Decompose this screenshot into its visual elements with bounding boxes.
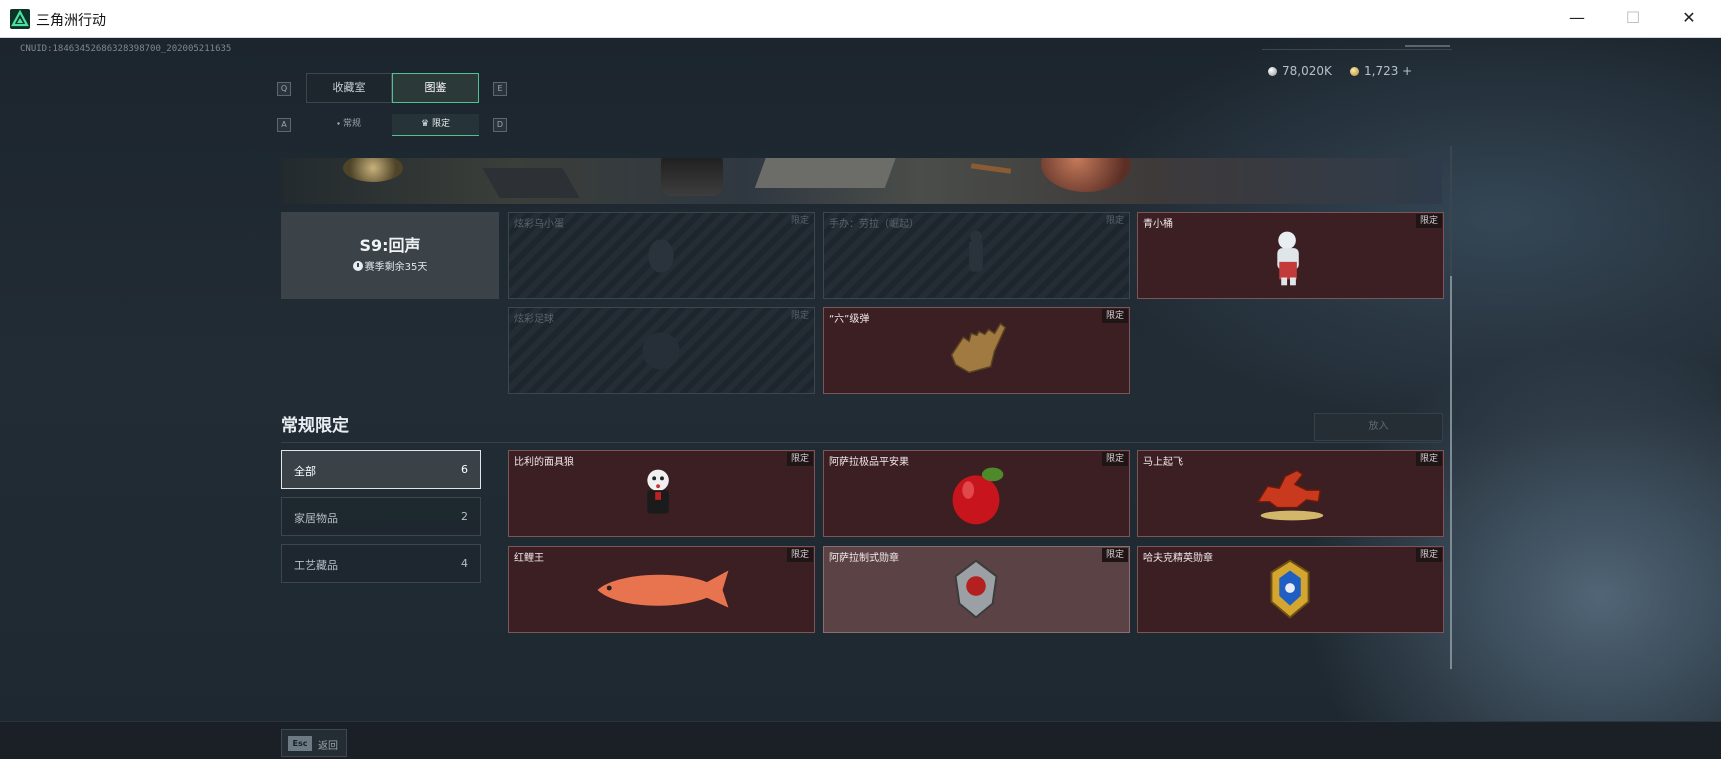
drop-icon: ⬩ bbox=[336, 119, 341, 129]
minimize-button[interactable]: — bbox=[1549, 0, 1605, 38]
top-divider-accent bbox=[1405, 45, 1450, 47]
top-divider bbox=[1262, 49, 1452, 50]
limited-tag: 限定 bbox=[786, 548, 813, 562]
subtab-regular[interactable]: ⬩ 常规 bbox=[306, 114, 392, 136]
limited-tag: 限定 bbox=[1101, 452, 1128, 466]
card-name: 阿萨拉极品平安果 bbox=[829, 457, 909, 468]
filter-count: 6 bbox=[461, 463, 468, 476]
card-name: 青小桶 bbox=[1143, 219, 1173, 230]
close-button[interactable]: ✕ bbox=[1661, 0, 1717, 38]
tab-collection-room[interactable]: 收藏室 bbox=[306, 73, 392, 103]
season-title: S9:回声 bbox=[359, 236, 421, 255]
silver-currency: 78,020K bbox=[1268, 64, 1332, 78]
limited-tag: 限定 bbox=[790, 216, 809, 226]
season-remaining-text: 赛季剩余35天 bbox=[364, 262, 428, 273]
gold-coin-icon bbox=[1350, 66, 1359, 76]
back-label: 返回 bbox=[318, 741, 338, 752]
game-viewport: CNUID:18463452686328398700_202005211635 … bbox=[0, 38, 1721, 759]
crown-icon: ♛ bbox=[421, 119, 430, 129]
filter-label: 工艺藏品 bbox=[294, 559, 338, 572]
scrollbar-thumb[interactable] bbox=[1450, 276, 1452, 669]
limited-tag: 限定 bbox=[790, 311, 809, 321]
collectible-card[interactable]: 马上起飞 限定 bbox=[1137, 450, 1444, 537]
filter-count: 2 bbox=[461, 510, 468, 523]
card-name: 红鲤王 bbox=[514, 553, 544, 564]
collectible-card[interactable]: “六”级弹 限定 bbox=[823, 307, 1130, 394]
collectible-card[interactable]: 阿萨拉制式勋章 限定 bbox=[823, 546, 1130, 633]
figurine-icon bbox=[1277, 231, 1299, 286]
football-silhouette-icon bbox=[642, 332, 680, 370]
gold-currency[interactable]: 1,723 + bbox=[1350, 64, 1412, 78]
season-remaining: 赛季剩余35天 bbox=[281, 258, 499, 273]
collectible-card[interactable]: 青小桶 限定 bbox=[1137, 212, 1444, 299]
collectible-card[interactable]: 炫彩乌小蛋 限定 bbox=[508, 212, 815, 299]
filter-all[interactable]: 全部 6 bbox=[281, 450, 481, 489]
koi-fish-icon bbox=[597, 570, 729, 608]
limited-tag: 限定 bbox=[1101, 309, 1128, 323]
subtab-limited-label: 限定 bbox=[431, 119, 450, 129]
limited-tag: 限定 bbox=[1101, 548, 1128, 562]
collectible-card[interactable]: 炫彩足球 限定 bbox=[508, 307, 815, 394]
subtab-next-key-hint[interactable]: D bbox=[493, 118, 507, 132]
subtab-regular-label: 常规 bbox=[343, 119, 362, 129]
section-title: 常规限定 bbox=[281, 416, 349, 436]
season-info-panel: S9:回声 赛季剩余35天 bbox=[281, 212, 499, 299]
section-divider bbox=[281, 442, 1442, 443]
collectible-card[interactable]: 手办：劳拉（崛起） 限定 bbox=[823, 212, 1130, 299]
limited-tag: 限定 bbox=[786, 452, 813, 466]
filter-count: 4 bbox=[461, 557, 468, 570]
collectible-card[interactable]: 红鲤王 限定 bbox=[508, 546, 815, 633]
maximize-button[interactable]: ☐ bbox=[1605, 0, 1661, 38]
back-button[interactable]: Esc 返回 bbox=[281, 729, 347, 757]
limited-tag: 限定 bbox=[1415, 548, 1442, 562]
silver-coin-icon bbox=[1268, 66, 1277, 76]
card-name: 炫彩乌小蛋 bbox=[514, 219, 564, 230]
window-titlebar: 三角洲行动 — ☐ ✕ bbox=[0, 0, 1721, 38]
tab-next-key-hint[interactable]: E bbox=[493, 82, 507, 96]
filter-label: 全部 bbox=[294, 465, 316, 478]
filter-craft-items[interactable]: 工艺藏品 4 bbox=[281, 544, 481, 583]
subtab-prev-key-hint[interactable]: A bbox=[277, 118, 291, 132]
tab-catalog[interactable]: 图鉴 bbox=[392, 73, 479, 103]
card-name: 比利的面具狼 bbox=[514, 457, 574, 468]
gold-currency-value: 1,723 + bbox=[1364, 64, 1413, 78]
card-name: 阿萨拉制式勋章 bbox=[829, 553, 899, 564]
season-banner-image bbox=[281, 158, 1442, 204]
collectible-card[interactable]: 哈夫克精英勋章 限定 bbox=[1137, 546, 1444, 633]
collectible-card[interactable]: 比利的面具狼 限定 bbox=[508, 450, 815, 537]
silver-currency-value: 78,020K bbox=[1282, 64, 1332, 78]
clock-icon bbox=[352, 261, 363, 271]
card-name: “六”级弹 bbox=[829, 314, 870, 325]
card-name: 马上起飞 bbox=[1143, 457, 1183, 468]
tab-prev-key-hint[interactable]: Q bbox=[277, 82, 291, 96]
limited-tag: 限定 bbox=[1105, 216, 1124, 226]
filter-home-items[interactable]: 家居物品 2 bbox=[281, 497, 481, 536]
collectible-card[interactable]: 阿萨拉极品平安果 限定 bbox=[823, 450, 1130, 537]
esc-key-hint: Esc bbox=[288, 736, 312, 751]
card-name: 炫彩足球 bbox=[514, 314, 554, 325]
filter-label: 家居物品 bbox=[294, 512, 338, 525]
window-title: 三角洲行动 bbox=[36, 13, 106, 29]
limited-tag: 限定 bbox=[1415, 214, 1442, 228]
horse-statue-icon bbox=[1256, 469, 1324, 521]
card-name: 手办：劳拉（崛起） bbox=[829, 219, 919, 230]
subtab-limited[interactable]: ♛ 限定 bbox=[392, 114, 479, 136]
place-button[interactable]: 放入 bbox=[1314, 413, 1443, 441]
card-name: 哈夫克精英勋章 bbox=[1143, 553, 1213, 564]
bottom-bar: Esc 返回 bbox=[0, 721, 1721, 759]
limited-tag: 限定 bbox=[1415, 452, 1442, 466]
app-logo-icon bbox=[10, 9, 30, 29]
hand-gesture-icon bbox=[950, 322, 1007, 374]
user-id-text: CNUID:18463452686328398700_202005211635 bbox=[20, 44, 232, 54]
